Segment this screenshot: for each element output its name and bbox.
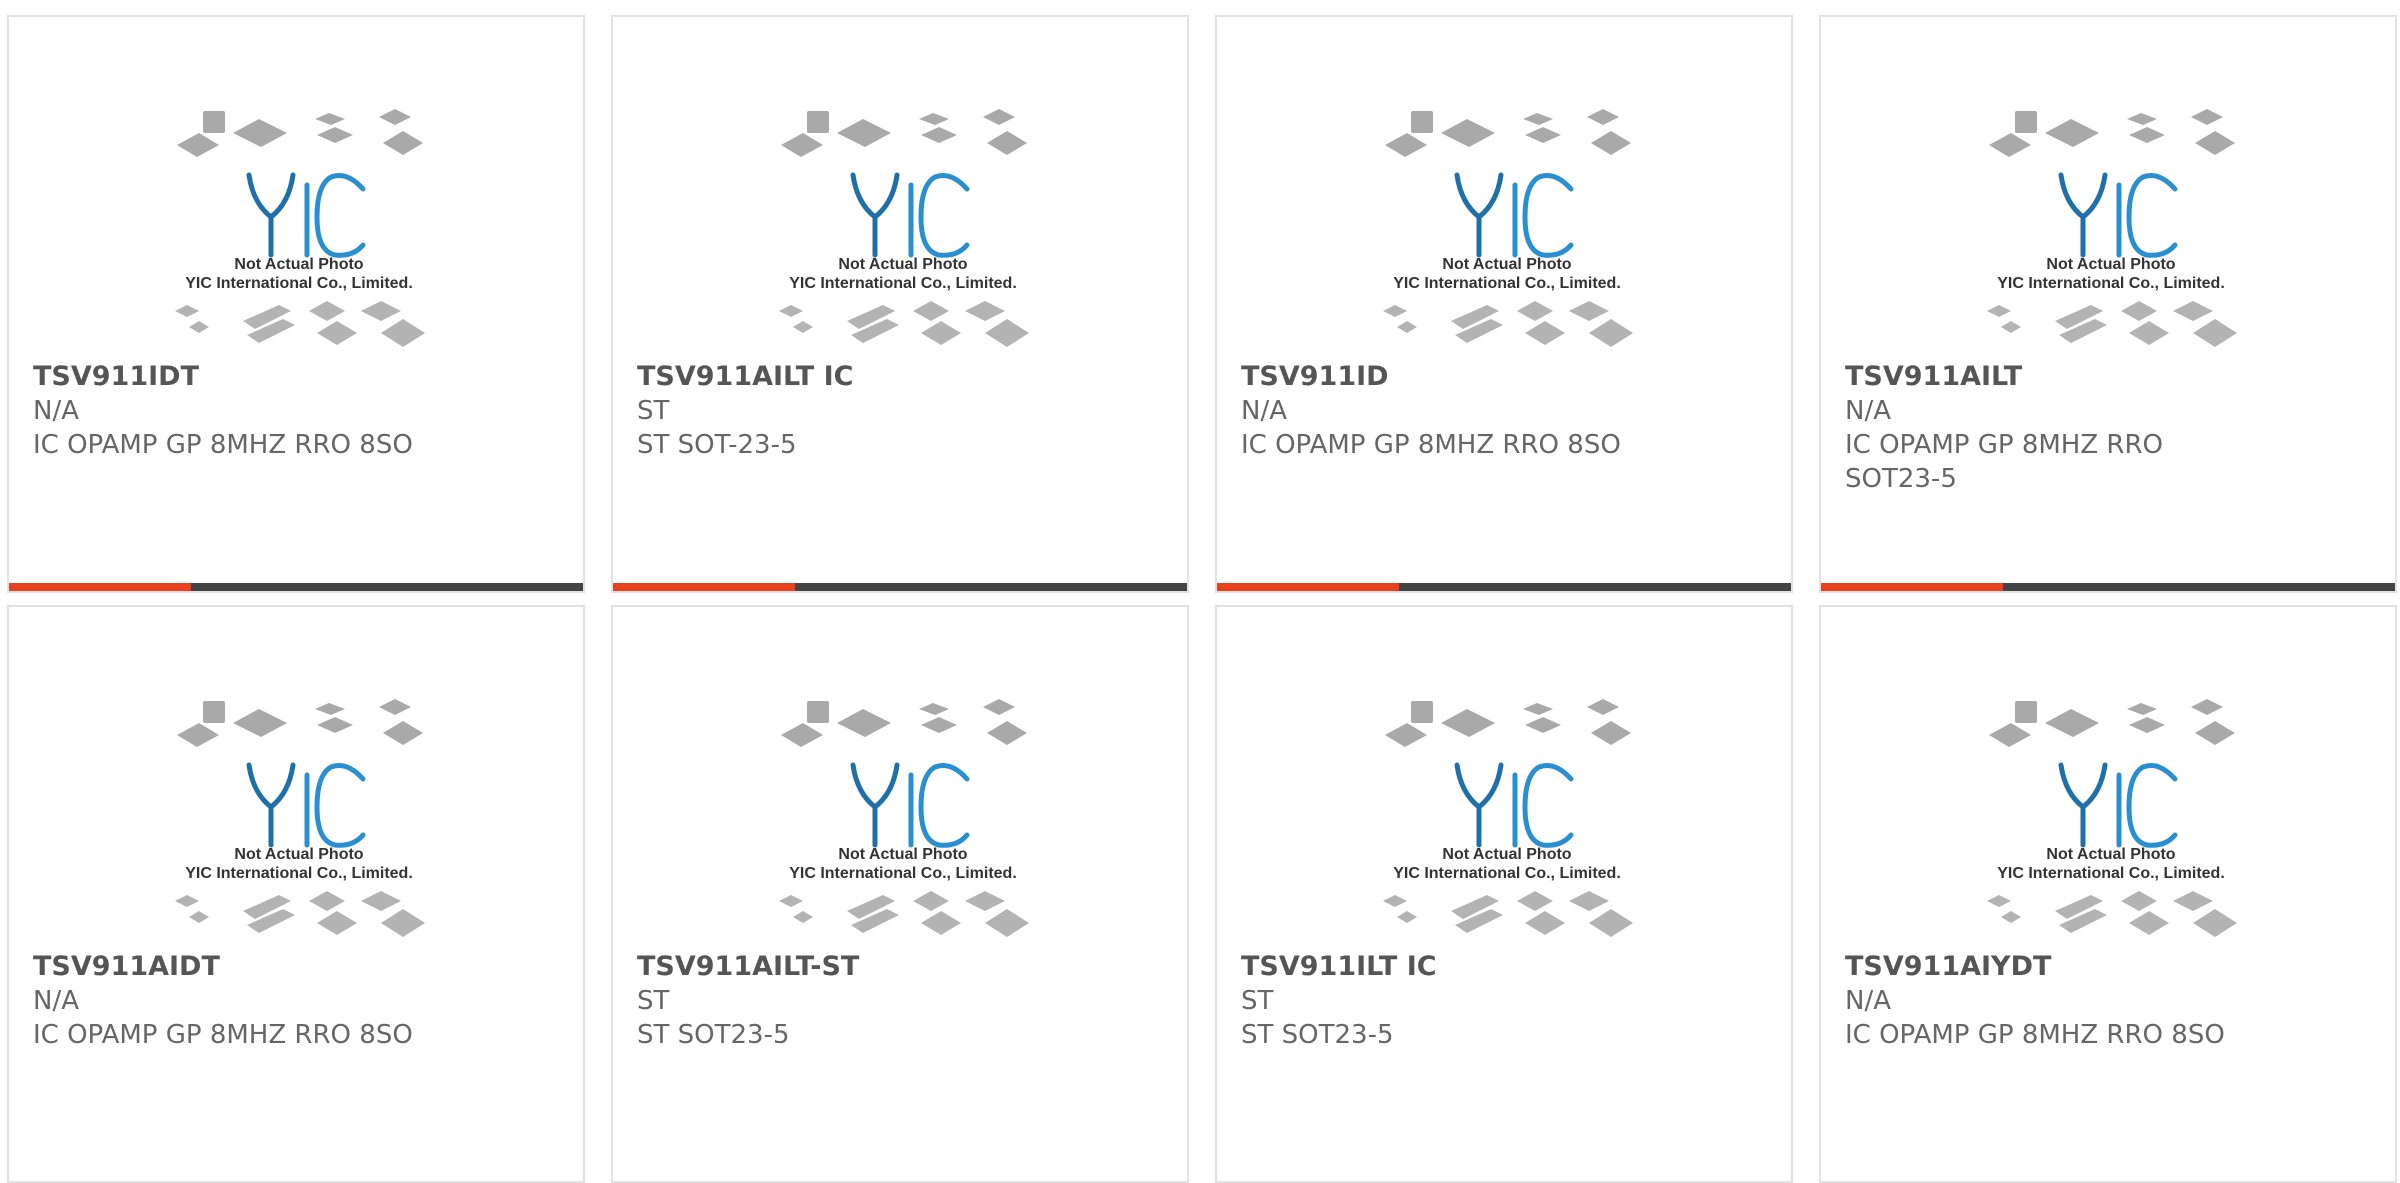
product-info: TSV911IDT N/A IC OPAMP GP 8MHZ RRO 8SO bbox=[33, 360, 553, 462]
chip-placeholder-image: Not Actual Photo YIC International Co., … bbox=[1987, 699, 2237, 937]
product-card[interactable]: Not Actual Photo YIC International Co., … bbox=[1215, 15, 1793, 593]
image-caption-secondary: YIC International Co., Limited. bbox=[1997, 275, 2225, 292]
image-caption-secondary: YIC International Co., Limited. bbox=[789, 865, 1017, 882]
part-number[interactable]: TSV911AIYDT bbox=[1845, 950, 2365, 984]
manufacturer: ST bbox=[1241, 986, 1274, 1016]
part-number[interactable]: TSV911AILT IC bbox=[637, 360, 1157, 394]
image-caption-primary: Not Actual Photo bbox=[234, 846, 363, 863]
image-caption-secondary: YIC International Co., Limited. bbox=[789, 275, 1017, 292]
image-caption-primary: Not Actual Photo bbox=[2046, 846, 2175, 863]
chip-placeholder-image: Not Actual Photo YIC International Co., … bbox=[175, 109, 425, 347]
image-caption-secondary: YIC International Co., Limited. bbox=[185, 865, 413, 882]
product-info: TSV911AILT N/A IC OPAMP GP 8MHZ RRO SOT2… bbox=[1845, 360, 2365, 496]
product-info: TSV911AIDT N/A IC OPAMP GP 8MHZ RRO 8SO bbox=[33, 950, 553, 1052]
product-card[interactable]: Not Actual Photo YIC International Co., … bbox=[7, 15, 585, 593]
manufacturer: N/A bbox=[33, 396, 79, 426]
part-number[interactable]: TSV911AILT bbox=[1845, 360, 2365, 394]
chip-placeholder-image: Not Actual Photo YIC International Co., … bbox=[175, 699, 425, 937]
card-bottom-bar bbox=[9, 583, 583, 591]
chip-placeholder-image: Not Actual Photo YIC International Co., … bbox=[1383, 109, 1633, 347]
part-number[interactable]: TSV911AIDT bbox=[33, 950, 553, 984]
chip-placeholder-image: Not Actual Photo YIC International Co., … bbox=[779, 699, 1029, 937]
part-number[interactable]: TSV911ID bbox=[1241, 360, 1761, 394]
product-info: TSV911AILT-ST ST ST SOT23-5 bbox=[637, 950, 1157, 1052]
product-card[interactable]: Not Actual Photo YIC International Co., … bbox=[7, 605, 585, 1183]
image-caption-primary: Not Actual Photo bbox=[1442, 846, 1571, 863]
manufacturer: N/A bbox=[1845, 396, 1891, 426]
manufacturer: ST bbox=[637, 396, 670, 426]
product-card[interactable]: Not Actual Photo YIC International Co., … bbox=[611, 15, 1189, 593]
manufacturer: N/A bbox=[33, 986, 79, 1016]
manufacturer: N/A bbox=[1845, 986, 1891, 1016]
card-bottom-bar bbox=[1217, 583, 1791, 591]
image-caption-primary: Not Actual Photo bbox=[1442, 256, 1571, 273]
product-info: TSV911AILT IC ST ST SOT-23-5 bbox=[637, 360, 1157, 462]
product-card[interactable]: Not Actual Photo YIC International Co., … bbox=[611, 605, 1189, 1183]
description: IC OPAMP GP 8MHZ RRO 8SO bbox=[1241, 430, 1621, 460]
product-info: TSV911ID N/A IC OPAMP GP 8MHZ RRO 8SO bbox=[1241, 360, 1761, 462]
image-caption-secondary: YIC International Co., Limited. bbox=[1393, 275, 1621, 292]
image-caption-secondary: YIC International Co., Limited. bbox=[1997, 865, 2225, 882]
card-accent-bar bbox=[1217, 583, 1399, 591]
image-caption-primary: Not Actual Photo bbox=[2046, 256, 2175, 273]
image-caption-secondary: YIC International Co., Limited. bbox=[185, 275, 413, 292]
description: ST SOT-23-5 bbox=[637, 430, 797, 460]
product-info: TSV911ILT IC ST ST SOT23-5 bbox=[1241, 950, 1761, 1052]
description: ST SOT23-5 bbox=[1241, 1020, 1394, 1050]
product-grid: Not Actual Photo YIC International Co., … bbox=[0, 0, 2400, 1183]
product-card[interactable]: Not Actual Photo YIC International Co., … bbox=[1215, 605, 1793, 1183]
description: IC OPAMP GP 8MHZ RRO 8SO bbox=[33, 430, 413, 460]
card-bottom-bar bbox=[613, 583, 1187, 591]
description: IC OPAMP GP 8MHZ RRO 8SO bbox=[1845, 1020, 2225, 1050]
description: IC OPAMP GP 8MHZ RRO SOT23-5 bbox=[1845, 430, 2164, 494]
part-number[interactable]: TSV911AILT-ST bbox=[637, 950, 1157, 984]
image-caption-secondary: YIC International Co., Limited. bbox=[1393, 865, 1621, 882]
manufacturer: ST bbox=[637, 986, 670, 1016]
part-number[interactable]: TSV911IDT bbox=[33, 360, 553, 394]
image-caption-primary: Not Actual Photo bbox=[838, 256, 967, 273]
product-info: TSV911AIYDT N/A IC OPAMP GP 8MHZ RRO 8SO bbox=[1845, 950, 2365, 1052]
card-accent-bar bbox=[613, 583, 795, 591]
chip-placeholder-image: Not Actual Photo YIC International Co., … bbox=[1987, 109, 2237, 347]
product-card[interactable]: Not Actual Photo YIC International Co., … bbox=[1819, 605, 2397, 1183]
card-bottom-bar bbox=[1821, 583, 2395, 591]
image-caption-primary: Not Actual Photo bbox=[234, 256, 363, 273]
card-accent-bar bbox=[9, 583, 191, 591]
chip-placeholder-image: Not Actual Photo YIC International Co., … bbox=[779, 109, 1029, 347]
manufacturer: N/A bbox=[1241, 396, 1287, 426]
chip-placeholder-image: Not Actual Photo YIC International Co., … bbox=[1383, 699, 1633, 937]
card-accent-bar bbox=[1821, 583, 2003, 591]
product-card[interactable]: Not Actual Photo YIC International Co., … bbox=[1819, 15, 2397, 593]
part-number[interactable]: TSV911ILT IC bbox=[1241, 950, 1761, 984]
image-caption-primary: Not Actual Photo bbox=[838, 846, 967, 863]
description: ST SOT23-5 bbox=[637, 1020, 790, 1050]
description: IC OPAMP GP 8MHZ RRO 8SO bbox=[33, 1020, 413, 1050]
